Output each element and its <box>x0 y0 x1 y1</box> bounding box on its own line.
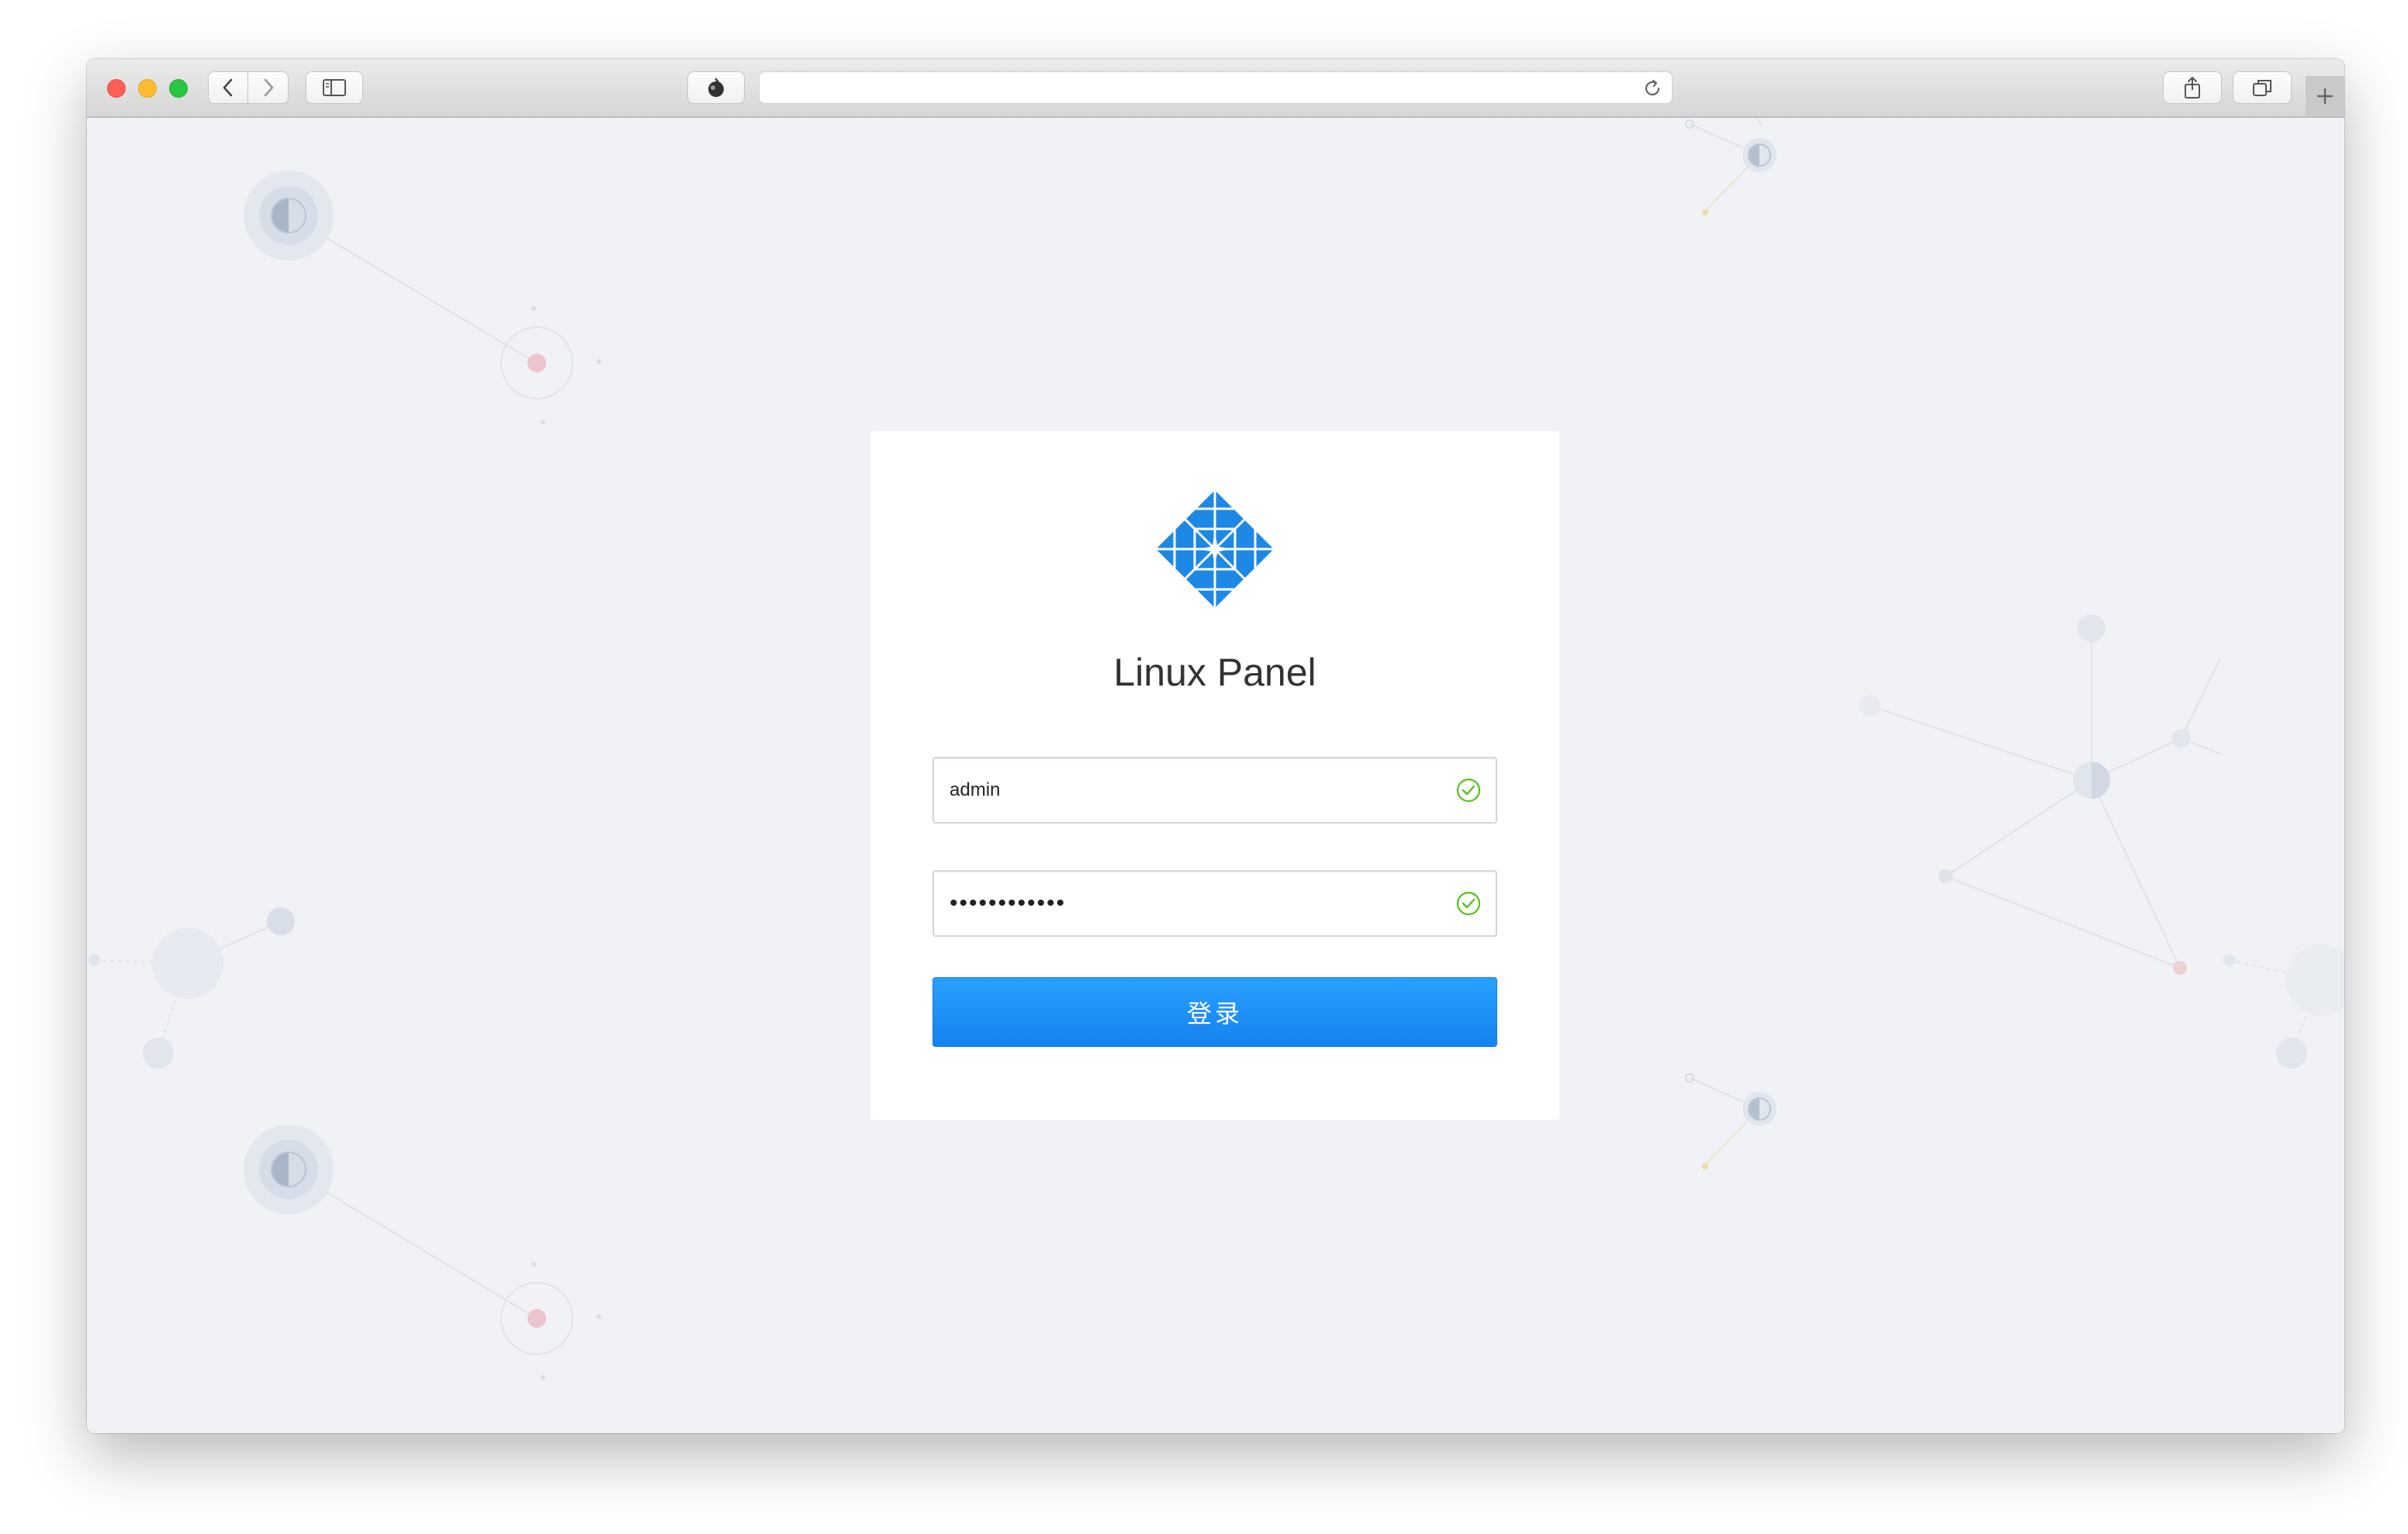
centos-logo <box>1152 486 1278 612</box>
share-icon <box>2185 77 2200 98</box>
tabs-overview-button[interactable] <box>2233 71 2292 104</box>
browser-window: Linux Panel 登录 <box>87 59 2344 1433</box>
shield-icon <box>708 78 724 97</box>
chevron-left-icon <box>223 78 233 97</box>
reload-icon[interactable] <box>1642 78 1662 98</box>
sidebar-button[interactable] <box>306 71 363 104</box>
page-content: Linux Panel 登录 <box>87 118 2344 1433</box>
share-button[interactable] <box>2163 71 2222 104</box>
address-bar[interactable] <box>759 71 1673 104</box>
address-text <box>759 72 1672 103</box>
tabs-icon <box>2253 80 2271 96</box>
browser-toolbar <box>87 59 2344 118</box>
window-maximize-button[interactable] <box>169 79 188 98</box>
username-field[interactable] <box>932 757 1497 824</box>
plus-icon <box>2317 88 2333 104</box>
chevron-right-icon <box>264 78 273 97</box>
forward-button[interactable] <box>248 71 289 104</box>
window-minimize-button[interactable] <box>138 79 157 98</box>
check-circle-icon <box>1456 778 1481 803</box>
back-button[interactable] <box>208 71 248 104</box>
navigation-buttons <box>208 71 289 104</box>
login-button[interactable]: 登录 <box>932 977 1497 1047</box>
login-card: Linux Panel 登录 <box>870 431 1559 1120</box>
password-input[interactable] <box>950 872 1431 935</box>
check-circle-icon <box>1456 891 1481 916</box>
screenshot-canvas: Linux Panel 登录 <box>0 0 2408 1534</box>
sidebar-icon <box>323 79 346 96</box>
new-tab-button[interactable] <box>2306 76 2344 116</box>
privacy-button[interactable] <box>687 71 745 104</box>
password-field[interactable] <box>932 870 1497 937</box>
username-input[interactable] <box>950 758 1431 822</box>
window-close-button[interactable] <box>107 79 126 98</box>
panel-title: Linux Panel <box>1113 651 1316 694</box>
